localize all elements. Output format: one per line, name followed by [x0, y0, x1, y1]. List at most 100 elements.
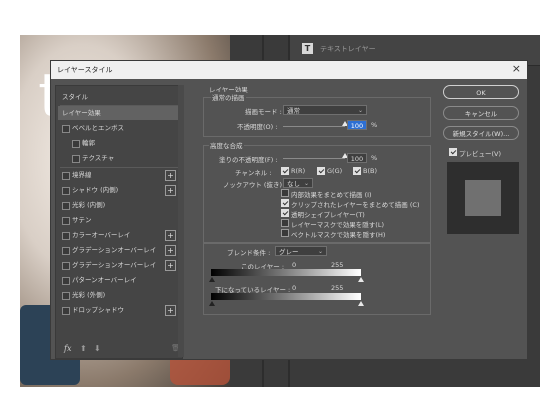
this-layer-gradient: [211, 269, 361, 276]
style-item-blending-options[interactable]: レイヤー効果: [58, 106, 180, 120]
add-effect-icon[interactable]: +: [165, 260, 176, 271]
underlying-layer-gradient: [211, 293, 361, 300]
new-style-button[interactable]: 新規スタイル(W)...: [443, 126, 519, 140]
move-up-icon[interactable]: ⬆: [80, 344, 87, 353]
style-item-color-overlay[interactable]: カラーオーバーレイ +: [58, 228, 180, 242]
style-item-gradient-overlay-2[interactable]: グラデーションオーバーレイ +: [58, 258, 180, 272]
blend-mode-select[interactable]: 通常 ⌄: [283, 105, 367, 115]
opacity-input[interactable]: 100: [347, 120, 367, 130]
styles-list-toolbar: fx ⬆ ⬇ 🗑: [64, 344, 180, 356]
checkbox[interactable]: [62, 246, 70, 255]
channels-label: チャンネル :: [235, 169, 272, 177]
layer-mask-hides-checkbox[interactable]: [281, 219, 289, 227]
cancel-button[interactable]: キャンセル: [443, 106, 519, 120]
style-item-texture[interactable]: テクスチャ: [58, 151, 180, 165]
style-item-bevel-emboss[interactable]: ベベルとエンボス: [58, 121, 180, 135]
underlying-black-slider[interactable]: [209, 301, 215, 306]
close-icon[interactable]: ×: [512, 62, 521, 75]
checkbox[interactable]: [72, 154, 80, 163]
blend-clipped-layers-checkbox[interactable]: [281, 199, 289, 207]
checkbox[interactable]: [62, 306, 70, 315]
checkbox[interactable]: [62, 216, 70, 225]
checkbox[interactable]: [62, 124, 70, 133]
add-effect-icon[interactable]: +: [165, 170, 176, 181]
transparency-shapes-checkbox[interactable]: [281, 209, 289, 217]
this-layer-low: 0: [292, 261, 297, 269]
vector-mask-hides-label: ベクトルマスクで効果を隠す(H): [291, 231, 386, 239]
general-blending-group: [203, 97, 431, 137]
styles-list-scrollbar[interactable]: [178, 85, 184, 357]
fill-opacity-slider-track[interactable]: [283, 158, 345, 159]
style-item-satin[interactable]: サテン: [58, 213, 180, 227]
style-preview-thumbnail: [447, 162, 519, 234]
style-item-inner-shadow[interactable]: シャドウ (内側) +: [58, 183, 180, 197]
channel-r-label: R(R): [291, 167, 306, 175]
this-layer-black-slider[interactable]: [209, 277, 215, 282]
fx-icon[interactable]: fx: [64, 344, 71, 353]
checkbox[interactable]: [72, 139, 80, 148]
blend-interior-effects-label: 内部効果をまとめて描画 (I): [291, 191, 372, 199]
add-effect-icon[interactable]: +: [165, 305, 176, 316]
checkbox[interactable]: [62, 201, 70, 210]
style-item-gradient-overlay-1[interactable]: グラデーションオーバーレイ +: [58, 243, 180, 257]
channel-r-checkbox[interactable]: [281, 167, 289, 175]
preview-checkbox[interactable]: [449, 148, 457, 156]
fill-opacity-unit: %: [371, 154, 378, 162]
fill-opacity-input[interactable]: 100: [347, 153, 367, 163]
channel-g-checkbox[interactable]: [317, 167, 325, 175]
knockout-label: ノックアウト (抜き) :: [223, 181, 287, 189]
dialog-titlebar: レイヤースタイル ×: [51, 61, 527, 79]
advanced-blending-title: 高度な合成: [209, 140, 244, 150]
blend-clipped-layers-label: クリップされたレイヤーをまとめて描画 (C): [291, 201, 420, 209]
preview-label: プレビュー(V): [459, 150, 502, 158]
knockout-select[interactable]: なし ⌄: [283, 178, 313, 188]
chevron-down-icon: ⌄: [303, 180, 309, 187]
transparency-shapes-label: 透明シェイプレイヤー(T): [291, 211, 365, 219]
dialog-title: レイヤースタイル: [57, 66, 113, 74]
style-item-outer-glow[interactable]: 光彩 (外側): [58, 288, 180, 302]
blend-interior-effects-checkbox[interactable]: [281, 189, 289, 197]
opacity-label: 不透明度(O) :: [237, 123, 278, 131]
layer-name: テキストレイヤー: [320, 45, 376, 53]
this-layer-high: 255: [331, 261, 344, 269]
blend-if-label: ブレンド条件 :: [227, 249, 271, 257]
checkbox[interactable]: [62, 231, 70, 240]
style-item-inner-glow[interactable]: 光彩 (内側): [58, 198, 180, 212]
preview-square: [465, 180, 501, 216]
styles-list: スタイル レイヤー効果 ベベルとエンボス 輪郭 テクスチャ 境界線 + シャドウ …: [55, 85, 183, 359]
checkbox[interactable]: [62, 261, 70, 270]
checkbox[interactable]: [62, 291, 70, 300]
fill-opacity-label: 塗りの不透明度(F) :: [219, 156, 278, 164]
blend-mode-label: 描画モード :: [245, 108, 282, 116]
move-down-icon[interactable]: ⬇: [94, 344, 101, 353]
text-layer-icon: T: [302, 43, 313, 54]
checkbox[interactable]: [62, 276, 70, 285]
general-blending-title: 通常の描画: [211, 92, 246, 102]
checkbox[interactable]: [62, 171, 70, 180]
style-item-contour[interactable]: 輪郭: [58, 136, 180, 150]
underlying-white-slider[interactable]: [358, 301, 364, 306]
channel-b-label: B(B): [363, 167, 377, 175]
channel-g-label: G(G): [327, 167, 343, 175]
checkbox[interactable]: [62, 186, 70, 195]
channel-b-checkbox[interactable]: [353, 167, 361, 175]
ok-button[interactable]: OK: [443, 85, 519, 99]
style-item-drop-shadow[interactable]: ドロップシャドウ +: [58, 303, 180, 317]
style-item-pattern-overlay[interactable]: パターンオーバーレイ: [58, 273, 180, 287]
add-effect-icon[interactable]: +: [165, 185, 176, 196]
vector-mask-hides-checkbox[interactable]: [281, 229, 289, 237]
opacity-slider-track[interactable]: [283, 126, 345, 127]
layer-style-dialog: レイヤースタイル × スタイル レイヤー効果 ベベルとエンボス 輪郭 テクスチャ…: [50, 60, 528, 360]
add-effect-icon[interactable]: +: [165, 245, 176, 256]
layer-mask-hides-label: レイヤーマスクで効果を隠す(L): [291, 221, 384, 229]
underlying-layer-high: 255: [331, 284, 344, 292]
style-item-stroke[interactable]: 境界線 +: [58, 168, 180, 182]
underlying-layer-low: 0: [292, 284, 297, 292]
chevron-down-icon: ⌄: [357, 107, 363, 114]
this-layer-white-slider[interactable]: [358, 277, 364, 282]
opacity-unit: %: [371, 121, 378, 129]
add-effect-icon[interactable]: +: [165, 230, 176, 241]
chevron-down-icon: ⌄: [317, 248, 323, 255]
blend-if-select[interactable]: グレー ⌄: [275, 246, 327, 256]
styles-header[interactable]: スタイル: [58, 90, 180, 104]
